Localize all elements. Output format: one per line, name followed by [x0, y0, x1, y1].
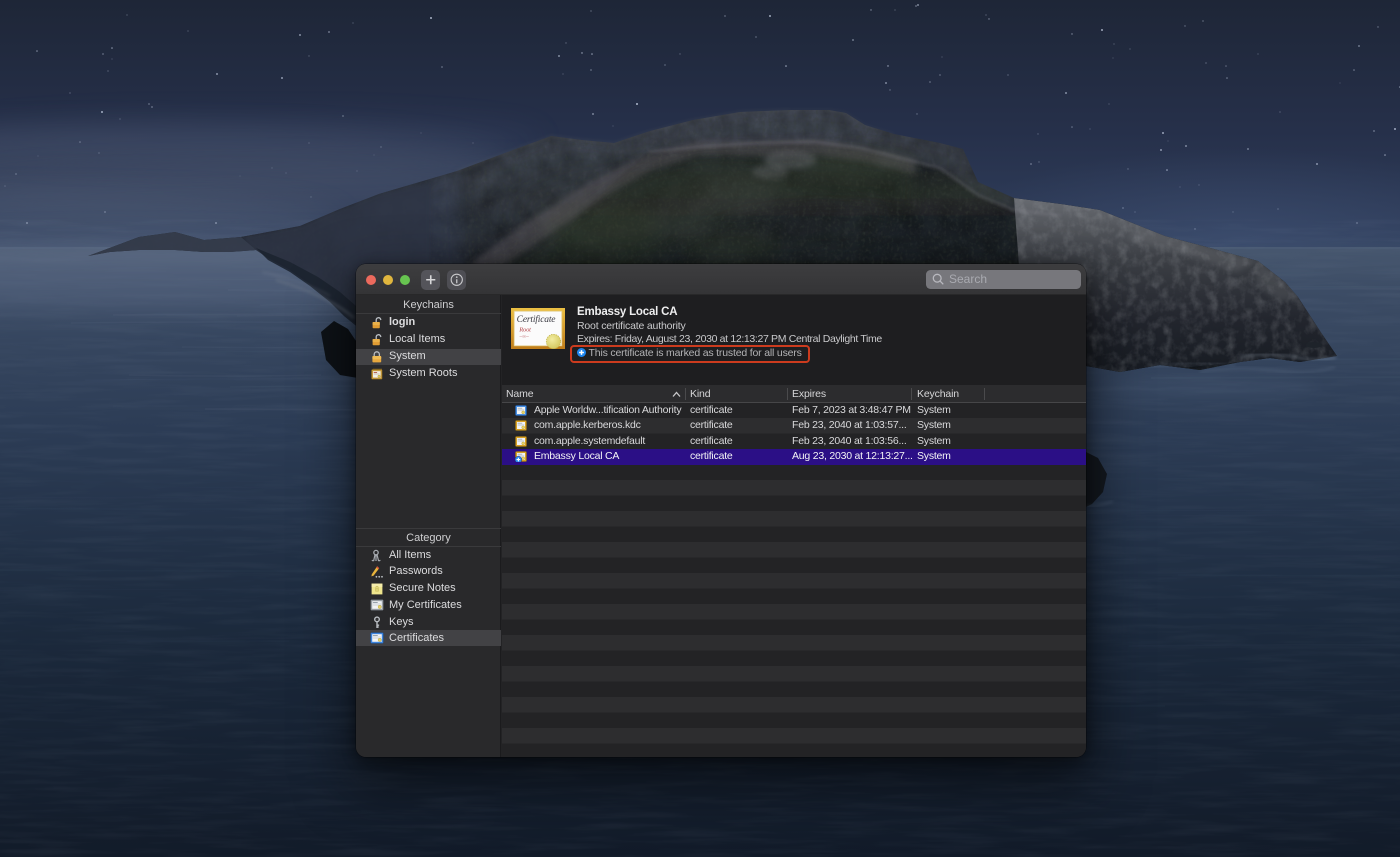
svg-text:~∞~: ~∞~ [519, 334, 529, 340]
svg-text:Root: Root [518, 327, 531, 334]
svg-text:Certificate: Certificate [517, 314, 556, 325]
